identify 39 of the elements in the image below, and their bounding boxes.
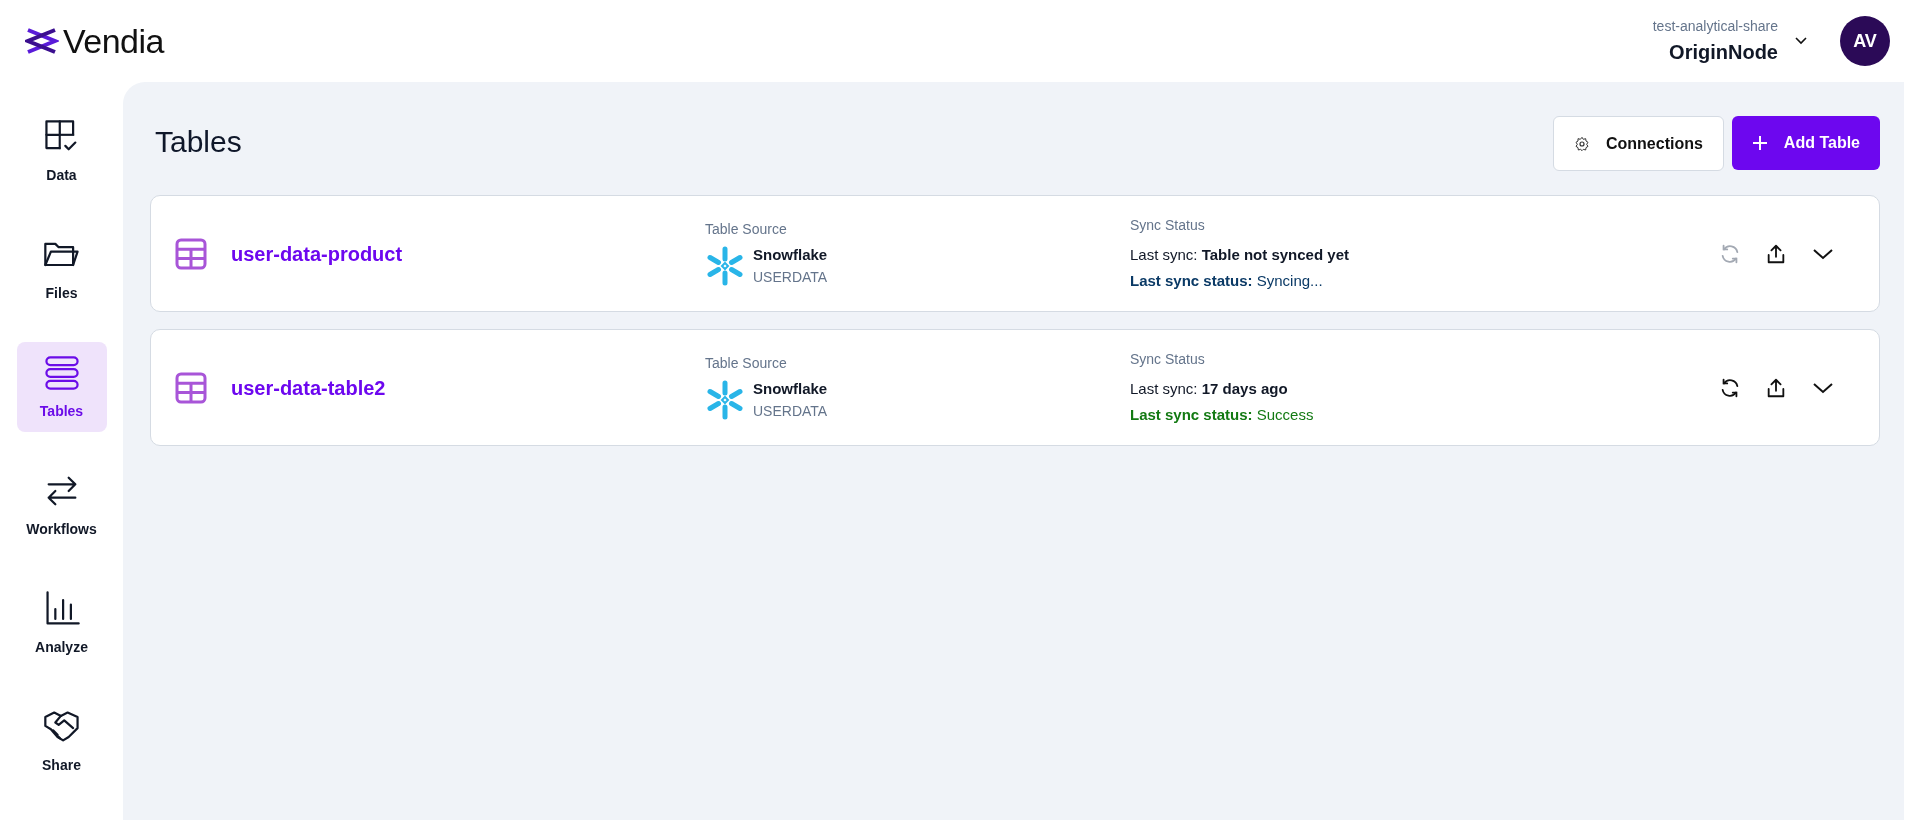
- last-sync-text: Last sync: 17 days ago: [1130, 378, 1289, 399]
- table-name-link[interactable]: user-data-product: [231, 238, 403, 269]
- column-label: Sync Status: [1130, 349, 1206, 369]
- refresh-icon: [1719, 376, 1741, 399]
- page-title: Tables: [155, 124, 242, 160]
- column-label: Table Source: [705, 220, 788, 240]
- plus-icon: [1751, 135, 1768, 151]
- source-name: Snowflake: [753, 245, 828, 266]
- sidebar-item[interactable]: Analyze: [16, 578, 107, 668]
- sidebar-item[interactable]: Files: [16, 224, 107, 314]
- upload-icon: [1765, 242, 1787, 265]
- upload-icon: [1765, 376, 1787, 399]
- snowflake-icon: [705, 380, 745, 420]
- snowflake-icon: [705, 246, 745, 286]
- source-name: Snowflake: [753, 379, 828, 400]
- logo-icon: [25, 27, 59, 55]
- table-icon: [175, 371, 207, 404]
- source-database: USERDATA: [753, 401, 828, 421]
- sync-status-text: Last sync status: Success: [1130, 405, 1315, 425]
- sidebar-item[interactable]: Share: [16, 696, 107, 786]
- brand-name: Vendia: [63, 20, 164, 62]
- refresh-icon: [1719, 242, 1741, 265]
- column-label: Sync Status: [1130, 215, 1206, 235]
- connections-button[interactable]: Connections: [1552, 116, 1724, 171]
- table-icon: [175, 237, 207, 270]
- table-name-link[interactable]: user-data-table2: [231, 372, 386, 403]
- gear-icon: [1573, 135, 1590, 152]
- node-name: OriginNode: [1668, 39, 1778, 65]
- last-sync-text: Last sync: Table not synced yet: [1130, 244, 1350, 265]
- sidebar-item[interactable]: Tables: [16, 342, 107, 432]
- sidebar-item[interactable]: Workflows: [16, 460, 107, 550]
- chevron-down-icon[interactable]: [1794, 36, 1808, 46]
- source-database: USERDATA: [753, 267, 828, 287]
- sync-status-text: Last sync status: Syncing...: [1130, 271, 1324, 291]
- workspace-name: test-analytical-share: [1652, 16, 1778, 36]
- add-table-button[interactable]: Add Table: [1731, 116, 1880, 170]
- column-label: Table Source: [705, 354, 788, 374]
- sidebar-item[interactable]: Data: [16, 106, 107, 196]
- user-avatar[interactable]: AV: [1840, 16, 1890, 66]
